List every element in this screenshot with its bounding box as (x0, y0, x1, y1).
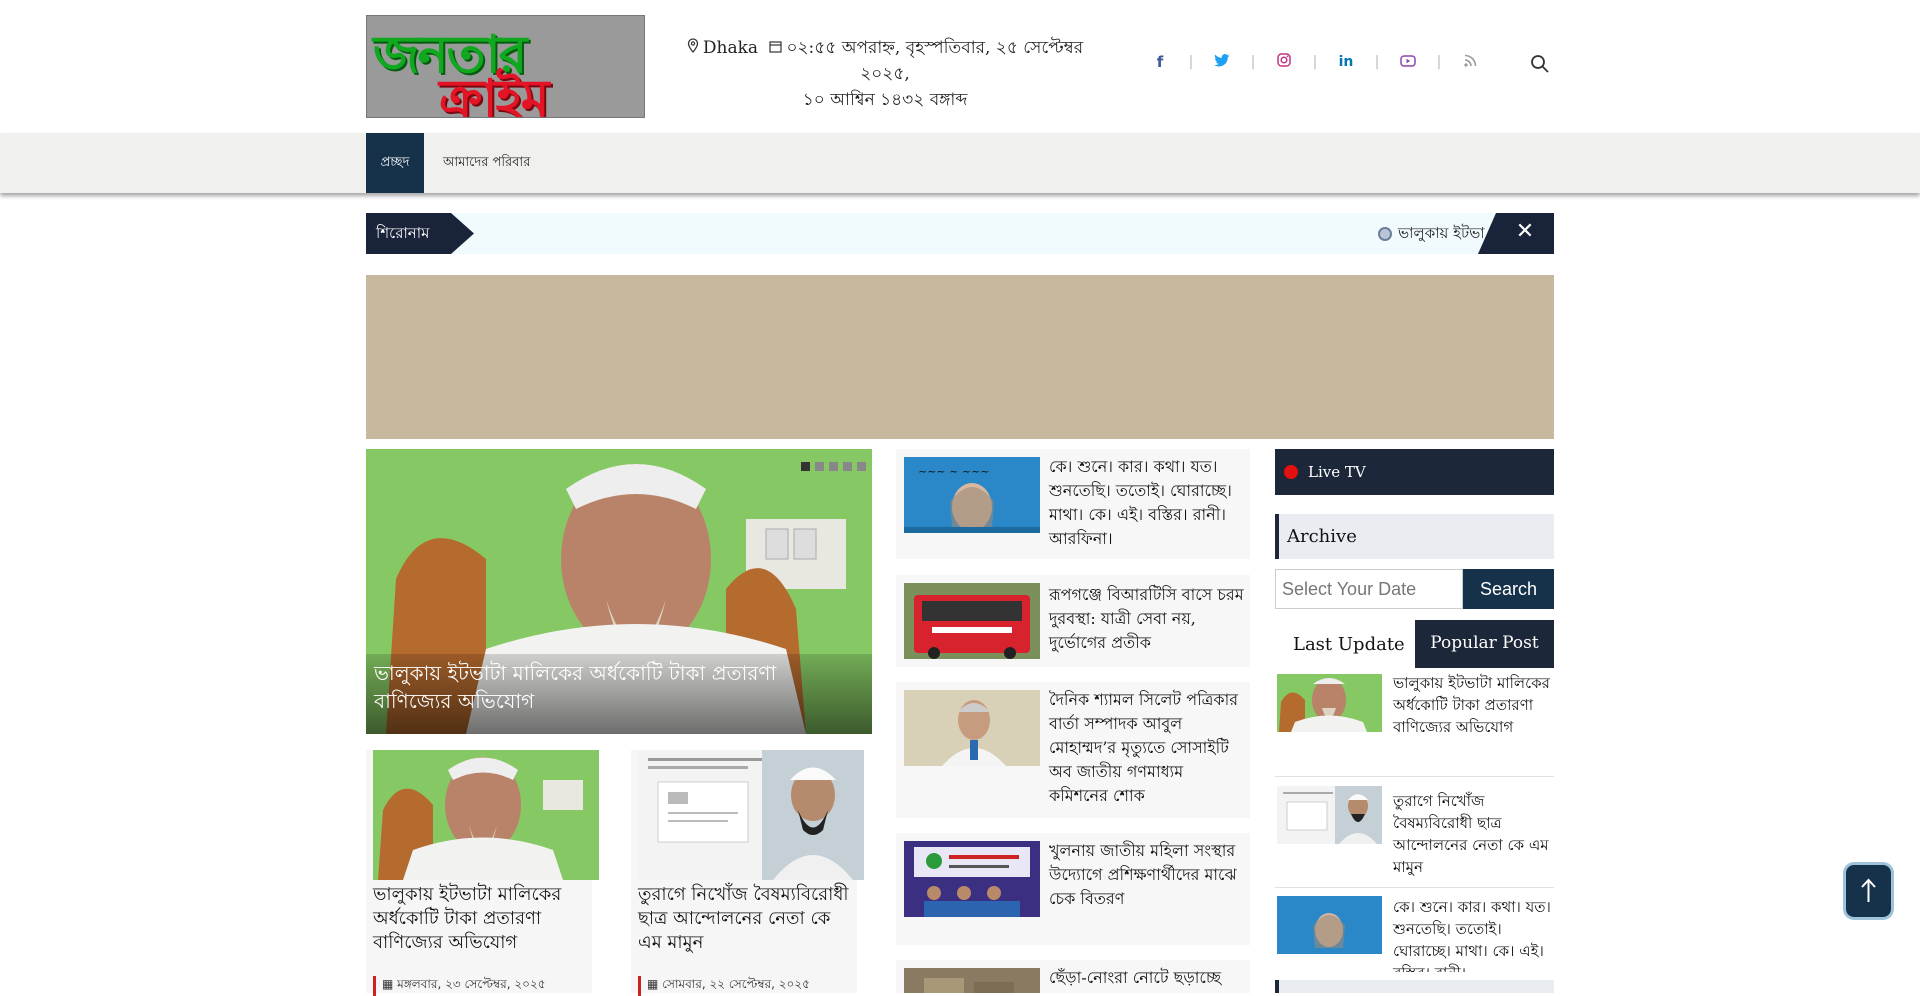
instagram-icon[interactable] (1274, 53, 1294, 71)
sidebar-item-title[interactable]: কে। শুনে। কার। কথা। যত। শুনতেছি। ততোই। ঘ… (1393, 896, 1553, 972)
live-tv-label: Live TV (1308, 463, 1366, 481)
separator: | (1374, 54, 1380, 70)
datetime-line-1: ০২:৫৫ অপরাহ্ন, বৃহস্পতিবার, ২৫ সেপ্টেম্ব… (786, 38, 1084, 84)
sidebar-next-heading (1275, 980, 1554, 993)
hero-title[interactable]: ভালুকায় ইটভাটা মালিকের অর্ধকোটি টাকা প্… (374, 659, 814, 715)
live-dot-icon (1284, 465, 1298, 479)
scroll-to-top-button[interactable] (1846, 865, 1891, 917)
live-tv-bar[interactable]: Live TV (1275, 449, 1554, 495)
location-text: Dhaka (702, 38, 759, 58)
separator: | (1312, 54, 1318, 70)
separator: | (1188, 54, 1194, 70)
sidebar-list-item[interactable]: ভালুকায় ইটভাটা মালিকের অর্ধকোটি টাকা প্… (1275, 672, 1554, 777)
list-item[interactable]: ~~~ ~ ~~~ কে। শুনে। কার। কথা। যত। শুনতেছ… (896, 449, 1250, 559)
card-date: ▦ মঙ্গলবার, ২৩ সেপ্টেম্বর, ২০২৫ (373, 976, 546, 996)
logo-line-2: ক্রাইম (439, 68, 549, 118)
svg-text:~~~ ~ ~~~: ~~~ ~ ~~~ (918, 465, 990, 478)
slider-dot[interactable] (857, 462, 866, 471)
sidebar-tabs: Last Update Popular Post (1275, 620, 1554, 668)
list-item-image: ~~~ ~ ~~~ (904, 457, 1040, 533)
archive-heading: Archive (1275, 514, 1554, 559)
news-card[interactable]: তুরাগে নিখোঁজ বৈষম্যবিরোধী ছাত্র আন্দোলন… (631, 750, 864, 996)
archive-date-input[interactable]: Select Your Date (1275, 569, 1463, 609)
list-item[interactable]: খুলনায় জাতীয় মহিলা সংস্থার উদ্যোগে প্র… (896, 833, 1250, 945)
card-image (638, 750, 864, 880)
sidebar-item-title[interactable]: তুরাগে নিখোঁজ বৈষম্যবিরোধী ছাত্র আন্দোলন… (1393, 790, 1553, 878)
tab-last-update[interactable]: Last Update (1275, 620, 1415, 668)
headline-ticker: ভালুকায় ইটভা শিরোনাম ✕ (366, 213, 1554, 254)
card-date-text: মঙ্গলবার, ২৩ সেপ্টেম্বর, ২০২৫ (397, 977, 546, 991)
facebook-icon[interactable]: f (1150, 53, 1170, 71)
rss-icon[interactable] (1460, 53, 1480, 71)
slider-dots (801, 462, 866, 471)
sidebar-list-item[interactable]: তুরাগে নিখোঁজ বৈষম্যবিরোধী ছাত্র আন্দোলন… (1275, 784, 1554, 888)
slider-dot[interactable] (829, 462, 838, 471)
sidebar-list-item[interactable]: কে। শুনে। কার। কথা। যত। শুনতেছি। ততোই। ঘ… (1275, 896, 1554, 972)
tab-popular-post[interactable]: Popular Post (1415, 620, 1554, 668)
sidebar-item-title[interactable]: ভালুকায় ইটভাটা মালিকের অর্ধকোটি টাকা প্… (1393, 672, 1553, 738)
calendar-icon (769, 35, 783, 61)
list-item-image (904, 690, 1040, 766)
ticker-label: শিরোনাম (366, 213, 474, 254)
twitter-icon[interactable] (1212, 53, 1232, 71)
card-image (373, 750, 599, 880)
close-icon[interactable]: ✕ (1478, 213, 1554, 254)
slider-dot[interactable] (843, 462, 852, 471)
location-pin-icon (687, 35, 699, 61)
slider-dot[interactable] (815, 462, 824, 471)
hero-slider[interactable]: ভালুকায় ইটভাটা মালিকের অর্ধকোটি টাকা প্… (366, 449, 872, 734)
social-links: f | | | in | | (1150, 50, 1480, 74)
card-title[interactable]: ভালুকায় ইটভাটা মালিকের অর্ধকোটি টাকা প্… (373, 883, 593, 955)
sidebar-item-image (1277, 896, 1382, 954)
ticker-item[interactable]: ভালুকায় ইটভা (1378, 213, 1485, 254)
calendar-icon: ▦ (647, 977, 663, 991)
list-item-image (904, 968, 1040, 993)
separator: | (1436, 54, 1442, 70)
news-card[interactable]: ভালুকায় ইটভাটা মালিকের অর্ধকোটি টাকা প্… (366, 750, 599, 996)
datetime-line-2: ১০ আশ্বিন ১৪৩২ বঙ্গাব্দ (802, 90, 968, 110)
calendar-icon: ▦ (382, 977, 398, 991)
arrow-up-icon (1861, 878, 1876, 902)
card-title[interactable]: তুরাগে নিখোঁজ বৈষম্যবিরোধী ছাত্র আন্দোলন… (638, 883, 858, 955)
nav-home[interactable]: প্রচ্ছদ (366, 133, 424, 193)
card-date-text: সোমবার, ২২ সেপ্টেম্বর, ২০২৫ (662, 977, 810, 991)
list-item-title[interactable]: রূপগঞ্জে বিআরটিসি বাসে চরম দুরবস্থা: যাত… (1049, 583, 1244, 655)
sidebar-item-image (1277, 786, 1382, 844)
list-item-image (904, 841, 1040, 917)
list-item[interactable]: রূপগঞ্জে বিআরটিসি বাসে চরম দুরবস্থা: যাত… (896, 575, 1250, 667)
archive-search-button[interactable]: Search (1463, 569, 1554, 609)
date-info: Dhaka ০২:৫৫ অপরাহ্ন, বৃহস্পতিবার, ২৫ সেপ… (660, 35, 1110, 113)
list-item[interactable]: দৈনিক শ্যামল সিলেট পত্রিকার বার্তা সম্পা… (896, 682, 1250, 818)
nav-family[interactable]: আমাদের পরিবার (443, 133, 530, 193)
card-date: ▦ সোমবার, ২২ সেপ্টেম্বর, ২০২৫ (638, 976, 810, 996)
separator: | (1250, 54, 1256, 70)
youtube-icon[interactable] (1398, 53, 1418, 71)
list-item-title[interactable]: খুলনায় জাতীয় মহিলা সংস্থার উদ্যোগে প্র… (1049, 839, 1244, 911)
list-item[interactable]: ছেঁড়া-নোংরা নোটে ছড়াচ্ছে (896, 960, 1250, 993)
divider (1275, 887, 1554, 888)
sidebar-item-image (1277, 674, 1382, 732)
list-item-title[interactable]: ছেঁড়া-নোংরা নোটে ছড়াচ্ছে (1049, 966, 1244, 990)
ad-banner (366, 275, 1554, 439)
ticker-text: ভালুকায় ইটভা (1398, 224, 1485, 242)
list-item-title[interactable]: কে। শুনে। কার। কথা। যত। শুনতেছি। ততোই। ঘ… (1049, 455, 1244, 551)
search-icon[interactable] (1530, 54, 1550, 74)
slider-dot[interactable] (801, 462, 810, 471)
list-item-title[interactable]: দৈনিক শ্যামল সিলেট পত্রিকার বার্তা সম্পা… (1049, 688, 1244, 808)
site-logo[interactable]: জনতার ক্রাইম (366, 15, 645, 118)
bullet-icon (1378, 227, 1392, 241)
linkedin-icon[interactable]: in (1336, 54, 1356, 70)
main-nav: প্রচ্ছদ আমাদের পরিবার (0, 133, 1920, 193)
divider (1275, 776, 1554, 777)
list-item-image (904, 583, 1040, 659)
